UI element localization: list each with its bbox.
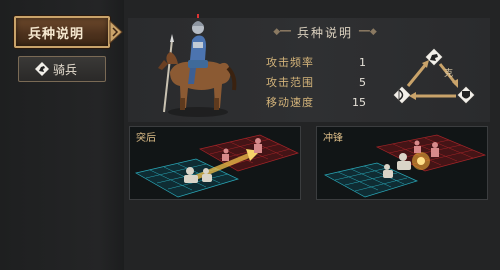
preview-label: 冲锋 — [323, 133, 343, 144]
stat-value: 1 — [359, 55, 366, 69]
stat-row-move-speed: 移动速度 15 — [266, 92, 366, 112]
preview-flank[interactable]: 突后 — [129, 126, 301, 200]
tab-unit-description-label: 兵种说明 — [28, 26, 85, 42]
stat-label: 攻击频率 — [266, 56, 314, 69]
cavalry-button-label: 骑兵 — [53, 62, 78, 77]
stat-label: 攻击范围 — [266, 76, 314, 89]
cavalry-badge-icon — [35, 62, 49, 76]
stat-row-attack-frequency: 攻击频率 1 — [266, 52, 366, 72]
panel-title: ◆━━ 兵种说明 ━━◆ — [273, 25, 377, 40]
cavalry-button[interactable]: 骑兵 — [18, 56, 106, 82]
panel-title-text: 兵种说明 — [296, 25, 353, 40]
stat-value: 15 — [352, 95, 366, 109]
bow-icon — [392, 85, 412, 105]
horse-rider-icon — [150, 12, 240, 122]
counter-text: 克 — [444, 69, 454, 79]
counter-diagram: 克 — [392, 46, 476, 114]
unit-stats: 攻击频率 1 攻击范围 5 移动速度 15 — [266, 52, 366, 112]
preview-charge[interactable]: 冲锋 — [316, 126, 488, 200]
stat-value: 5 — [359, 75, 366, 89]
preview-label: 突后 — [136, 133, 156, 144]
shield-icon — [456, 85, 476, 105]
stat-label: 移动速度 — [266, 96, 314, 109]
stat-row-attack-range: 攻击范围 5 — [266, 72, 366, 92]
tab-unit-description[interactable]: 兵种说明 — [14, 16, 110, 48]
